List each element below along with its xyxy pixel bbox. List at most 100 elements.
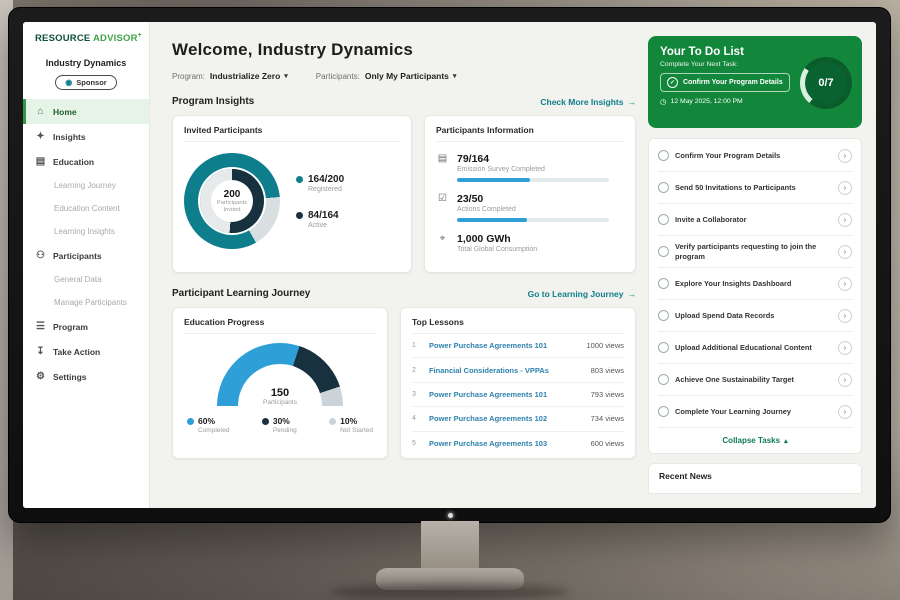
sidebar-item-label: Participants — [53, 251, 102, 261]
task-row[interactable]: Upload Spend Data Records › — [658, 300, 852, 332]
task-row[interactable]: Achieve One Sustainability Target › — [658, 364, 852, 396]
stand-shadow — [330, 584, 570, 600]
sidebar-item-education-content[interactable]: Education Content — [23, 197, 149, 220]
task-checkbox[interactable] — [658, 278, 669, 289]
task-row[interactable]: Confirm Your Program Details › — [658, 140, 852, 172]
sidebar-item-settings[interactable]: ⚙ Settings — [23, 364, 149, 389]
task-row[interactable]: Send 50 Invitations to Participants › — [658, 172, 852, 204]
check-more-insights-link[interactable]: Check More Insights → — [540, 97, 636, 107]
section-title-learning-journey: Participant Learning Journey — [172, 288, 310, 299]
sponsor-badge[interactable]: ◉ Sponsor — [55, 75, 116, 90]
chevron-right-icon[interactable]: › — [838, 149, 852, 163]
sidebar-item-label: Learning Journey — [54, 181, 116, 190]
task-checkbox[interactable] — [658, 310, 669, 321]
invited-legend: 164/200 Registered 84/164 Active — [296, 174, 344, 229]
education-progress-card: Education Progress 150 Participants — [172, 307, 388, 459]
task-row[interactable]: Invite a Collaborator › — [658, 204, 852, 236]
info-row-consumption: ⌖ 1,000 GWh Total Global Consumption — [436, 233, 624, 253]
chevron-right-icon[interactable]: › — [838, 277, 852, 291]
task-checkbox[interactable] — [658, 214, 669, 225]
sidebar-item-general-data[interactable]: General Data — [23, 268, 149, 291]
registered-label: Registered — [308, 186, 344, 193]
task-row[interactable]: Upload Additional Educational Content › — [658, 332, 852, 364]
chevron-right-icon[interactable]: › — [838, 373, 852, 387]
chevron-right-icon[interactable]: › — [838, 405, 852, 419]
sidebar: RESOURCE ADVISOR+ Industry Dynamics ◉ Sp… — [23, 22, 150, 508]
donut-center-value: 200 — [224, 189, 241, 200]
task-checkbox[interactable] — [658, 374, 669, 385]
lesson-row[interactable]: 4 Power Purchase Agreements 102 734 view… — [412, 407, 624, 431]
sidebar-item-label: Education — [53, 157, 94, 167]
registered-dot-icon — [296, 176, 303, 183]
chevron-right-icon[interactable]: › — [838, 341, 852, 355]
sidebar-item-participants[interactable]: ⚇ Participants — [23, 243, 149, 268]
go-to-learning-journey-link[interactable]: Go to Learning Journey → — [528, 289, 636, 299]
task-list: Confirm Your Program Details › Send 50 I… — [648, 138, 862, 454]
org-name: Industry Dynamics — [23, 58, 149, 68]
participants-icon: ⚇ — [35, 251, 46, 261]
participants-dropdown[interactable]: Only My Participants ▾ — [365, 71, 457, 81]
lesson-row[interactable]: 1 Power Purchase Agreements 101 1000 vie… — [412, 334, 624, 358]
education-gauge-chart: 150 Participants — [217, 343, 343, 407]
info-row-actions: ☑ 23/50 Actions Completed — [436, 193, 624, 222]
actions-value: 23/50 — [457, 193, 609, 205]
sidebar-item-program[interactable]: ☰ Program — [23, 314, 149, 339]
next-task-chip[interactable]: ✓ Confirm Your Program Details — [660, 73, 790, 92]
todo-title: Your To Do List — [660, 46, 850, 58]
task-checkbox[interactable] — [658, 342, 669, 353]
program-filter: Program: Industrialize Zero ▾ — [172, 71, 288, 81]
sidebar-item-label: General Data — [54, 275, 102, 284]
sidebar-item-manage-participants[interactable]: Manage Participants — [23, 291, 149, 314]
education-icon: ▤ — [35, 157, 46, 167]
sidebar-item-label: Home — [53, 107, 77, 117]
filter-bar: Program: Industrialize Zero ▾ Participan… — [172, 71, 636, 81]
task-checkbox[interactable] — [658, 246, 669, 257]
recent-news-header[interactable]: Recent News — [648, 463, 862, 494]
task-row[interactable]: Explore Your Insights Dashboard › — [658, 268, 852, 300]
home-icon: ⌂ — [35, 107, 46, 117]
registered-value: 164/200 — [308, 174, 344, 185]
donut-center: 200 Participants Invited — [211, 180, 253, 222]
task-checkbox[interactable] — [658, 182, 669, 193]
chevron-down-icon: ▾ — [284, 72, 288, 80]
power-led — [448, 513, 453, 518]
lesson-row[interactable]: 3 Power Purchase Agreements 101 793 view… — [412, 383, 624, 407]
task-checkbox[interactable] — [658, 406, 669, 417]
sidebar-item-learning-insights[interactable]: Learning Insights — [23, 220, 149, 243]
lesson-row[interactable]: 2 Financial Considerations - VPPAs 803 v… — [412, 358, 624, 382]
sidebar-item-label: Manage Participants — [54, 298, 127, 307]
brand-text-resource: RESOURCE — [35, 33, 90, 44]
participants-dropdown-value: Only My Participants — [365, 71, 449, 81]
actions-progress-track — [457, 218, 609, 222]
consumption-icon: ⌖ — [436, 234, 449, 253]
sidebar-item-home[interactable]: ⌂ Home — [23, 99, 149, 124]
chevron-right-icon[interactable]: › — [838, 309, 852, 323]
info-row-survey: ▤ 79/164 Emission Survey Completed — [436, 153, 624, 182]
lesson-row[interactable]: 5 Power Purchase Agreements 103 600 view… — [412, 432, 624, 455]
check-more-insights-label: Check More Insights — [540, 97, 623, 107]
settings-icon: ⚙ — [35, 372, 46, 382]
program-dropdown[interactable]: Industrialize Zero ▾ — [210, 71, 288, 81]
due-date-label: 12 May 2025, 12:00 PM — [671, 98, 743, 105]
chevron-right-icon[interactable]: › — [838, 213, 852, 227]
lesson-link: Power Purchase Agreements 101 — [429, 390, 584, 399]
arrow-right-icon: → — [628, 97, 637, 107]
info-progress-fill — [457, 218, 527, 222]
pending-dot-icon — [262, 418, 269, 425]
chevron-right-icon[interactable]: › — [838, 245, 852, 259]
lesson-link: Power Purchase Agreements 102 — [429, 414, 584, 423]
arrow-right-icon: → — [628, 289, 637, 299]
consumption-label: Total Global Consumption — [457, 246, 537, 253]
task-row[interactable]: Complete Your Learning Journey › — [658, 396, 852, 428]
sidebar-item-insights[interactable]: ✦ Insights — [23, 124, 149, 149]
education-legend: 60% Completed 30% Pending 10% — [184, 416, 376, 434]
chevron-right-icon[interactable]: › — [838, 181, 852, 195]
sidebar-item-education[interactable]: ▤ Education — [23, 149, 149, 174]
program-icon: ☰ — [35, 322, 46, 332]
task-row[interactable]: Verify participants requesting to join t… — [658, 236, 852, 268]
collapse-tasks-button[interactable]: Collapse Tasks ▴ — [658, 428, 852, 453]
sidebar-item-learning-journey[interactable]: Learning Journey — [23, 174, 149, 197]
legend-item-registered: 164/200 Registered — [296, 174, 344, 193]
sidebar-item-take-action[interactable]: ↧ Take Action — [23, 339, 149, 364]
task-checkbox[interactable] — [658, 150, 669, 161]
